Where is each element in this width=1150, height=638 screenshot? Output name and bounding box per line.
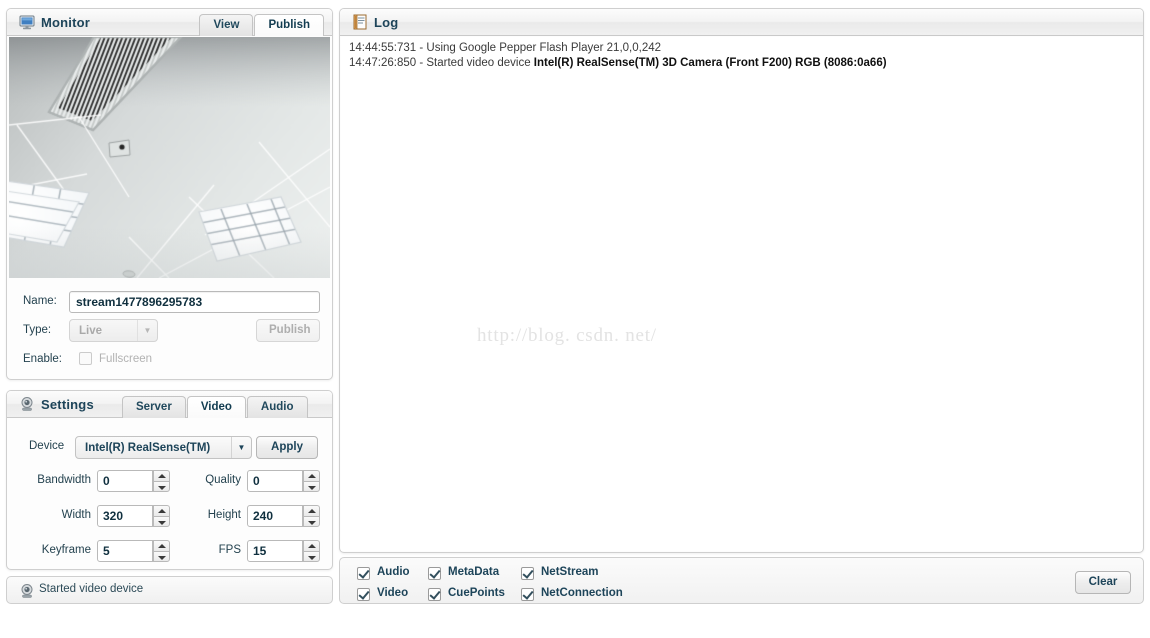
log-separator: -: [416, 42, 427, 54]
keyframe-label: Keyframe: [41, 544, 91, 556]
log-output[interactable]: 14:44:55:731 - Using Google Pepper Flash…: [341, 37, 1142, 551]
log-text: Started video device: [426, 57, 534, 69]
spin-up-icon[interactable]: [303, 540, 320, 551]
width-label: Width: [61, 509, 91, 521]
tab-video[interactable]: Video: [186, 396, 246, 418]
checkbox-netstream[interactable]: [521, 567, 534, 580]
fps-input[interactable]: [247, 540, 303, 562]
quality-spin-buttons[interactable]: [303, 470, 320, 492]
filter-audio-label: Audio: [377, 566, 410, 578]
type-label: Type:: [23, 324, 52, 336]
spin-up-icon[interactable]: [303, 470, 320, 481]
filter-netconnection-label: NetConnection: [541, 587, 623, 599]
clear-log-button[interactable]: Clear: [1075, 571, 1131, 594]
tab-audio[interactable]: Audio: [246, 396, 308, 418]
name-label: Name:: [23, 295, 57, 307]
height-input[interactable]: [247, 505, 303, 527]
spin-down-icon[interactable]: [303, 515, 320, 527]
log-separator: -: [416, 57, 427, 69]
chevron-down-icon: ▼: [137, 320, 157, 341]
chevron-down-icon: ▼: [231, 437, 251, 458]
status-message: Started video device: [39, 583, 144, 595]
settings-panel: Settings Server Video Audio Device Intel…: [6, 390, 333, 570]
publish-button[interactable]: Publish: [256, 319, 320, 342]
checkbox-netconnection[interactable]: [521, 588, 534, 601]
filter-metadata-label: MetaData: [448, 566, 500, 578]
log-text: Using Google Pepper Flash Player 21,0,0,…: [426, 42, 662, 54]
video-canvas: [9, 37, 330, 278]
webcam-icon: [19, 396, 35, 412]
tab-publish[interactable]: Publish: [254, 14, 324, 36]
width-input[interactable]: [97, 505, 153, 527]
log-timestamp: 14:44:55:731: [349, 42, 417, 54]
settings-body: Device Intel(R) RealSense(TM) ▼ Apply Ba…: [7, 419, 332, 569]
spin-down-icon[interactable]: [303, 550, 320, 562]
log-panel: Log 14:44:55:731 - Using Google Pepper F…: [339, 8, 1144, 553]
height-label: Height: [207, 509, 241, 521]
checkbox-audio[interactable]: [357, 567, 370, 580]
device-label: Device: [29, 440, 65, 452]
stream-type-select[interactable]: Live ▼: [69, 319, 158, 342]
log-line: 14:44:55:731 - Using Google Pepper Flash…: [349, 41, 1142, 56]
spin-down-icon[interactable]: [303, 480, 320, 492]
monitor-panel-header: Monitor View Publish: [7, 9, 332, 36]
log-text-emphasis: Intel(R) RealSense(TM) 3D Camera (Front …: [533, 57, 887, 69]
keyframe-input[interactable]: [97, 540, 153, 562]
monitor-panel-title: Monitor: [41, 15, 91, 30]
log-panel-title: Log: [374, 15, 399, 30]
fullscreen-checkbox[interactable]: [79, 352, 92, 365]
filter-video-label: Video: [377, 587, 409, 599]
settings-panel-title: Settings: [41, 397, 94, 412]
fps-spin-buttons[interactable]: [303, 540, 320, 562]
checkbox-video[interactable]: [357, 588, 370, 601]
watermark-text: http://blog. csdn. net/: [477, 325, 657, 346]
log-filter-bar: Audio MetaData NetStream Video CuePoints…: [339, 557, 1144, 604]
log-timestamp: 14:47:26:850: [349, 57, 417, 69]
quality-label: Quality: [205, 474, 241, 486]
webcam-icon: [19, 583, 35, 599]
filter-cuepoints-label: CuePoints: [448, 587, 505, 599]
quality-input[interactable]: [247, 470, 303, 492]
status-bar: Started video device: [6, 576, 333, 604]
device-value: Intel(R) RealSense(TM): [85, 441, 211, 454]
checkbox-cuepoints[interactable]: [428, 588, 441, 601]
settings-tabs: Server Video Audio: [122, 396, 308, 418]
monitor-panel: Monitor View Publish Name: Type: Live ▼ …: [6, 8, 333, 380]
log-line: 14:47:26:850 - Started video device Inte…: [349, 56, 1142, 71]
video-preview[interactable]: [9, 37, 330, 278]
stream-name-input[interactable]: [69, 291, 320, 313]
spin-up-icon[interactable]: [303, 505, 320, 516]
name-row: Name:: [7, 291, 332, 317]
enable-row: Enable: Fullscreen: [7, 349, 332, 375]
bandwidth-label: Bandwidth: [37, 474, 91, 486]
fullscreen-label: Fullscreen: [99, 353, 153, 365]
monitor-tabs: View Publish: [199, 14, 324, 36]
tab-server[interactable]: Server: [122, 396, 186, 418]
settings-panel-header: Settings Server Video Audio: [7, 391, 332, 418]
monitor-screen-icon: [19, 14, 35, 30]
height-spin-buttons[interactable]: [303, 505, 320, 527]
notepad-icon: [352, 14, 368, 30]
apply-button[interactable]: Apply: [256, 436, 318, 459]
enable-label: Enable:: [23, 353, 63, 365]
checkbox-metadata[interactable]: [428, 567, 441, 580]
log-panel-header: Log: [340, 9, 1143, 36]
application-window: Monitor View Publish Name: Type: Live ▼ …: [0, 0, 1150, 638]
tab-view[interactable]: View: [199, 14, 254, 36]
fps-label: FPS: [218, 544, 241, 556]
filter-netstream-label: NetStream: [541, 566, 599, 578]
device-select[interactable]: Intel(R) RealSense(TM) ▼: [75, 436, 252, 459]
type-row: Type: Live ▼ Publish: [7, 319, 332, 346]
bandwidth-input[interactable]: [97, 470, 153, 492]
stream-type-value: Live: [79, 324, 103, 337]
